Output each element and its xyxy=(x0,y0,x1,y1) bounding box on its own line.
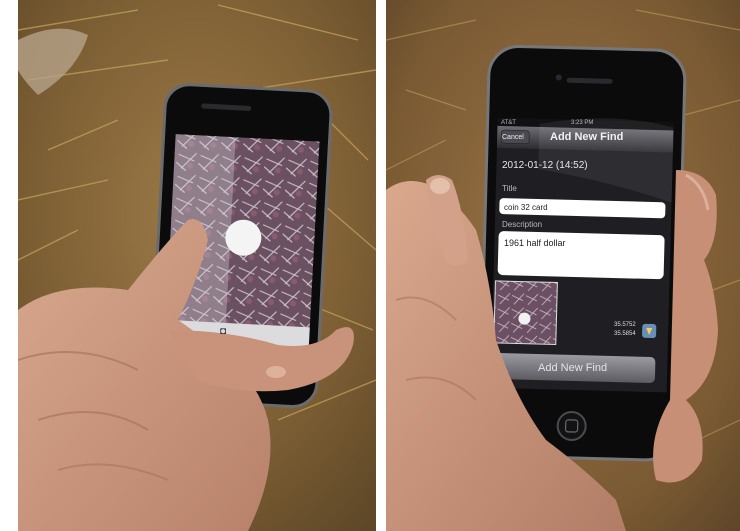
viewfinder-camera-button[interactable]: ◘ xyxy=(220,326,226,337)
photo-thumbnail[interactable] xyxy=(493,280,558,346)
description-label: Description xyxy=(502,220,543,229)
fingernail xyxy=(266,366,286,378)
title-value[interactable]: coin 32 card xyxy=(504,203,548,212)
description-value[interactable]: 1961 half dollar xyxy=(504,238,566,248)
add-new-find-label[interactable]: Add New Find xyxy=(538,362,607,374)
cancel-button-label[interactable]: Cancel xyxy=(502,134,524,141)
title-label: Title xyxy=(502,184,517,193)
coord-lat: 35.5752 xyxy=(614,322,636,328)
left-photo-scene xyxy=(18,0,376,531)
status-carrier: AT&T xyxy=(501,120,516,126)
right-photo-scene xyxy=(386,0,740,531)
coord-lon: 35.5854 xyxy=(614,331,636,337)
timestamp: 2012-01-12 (14:52) xyxy=(502,160,588,171)
status-time: 3:23 PM xyxy=(571,120,594,126)
thumbnail-nail xyxy=(430,178,450,194)
right-photo: AT&T 3:23 PM Cancel Add New Find 2012-01… xyxy=(386,0,740,531)
left-photo: ◘ xyxy=(18,0,376,531)
nav-title: Add New Find xyxy=(550,131,624,143)
home-button[interactable] xyxy=(556,410,587,441)
